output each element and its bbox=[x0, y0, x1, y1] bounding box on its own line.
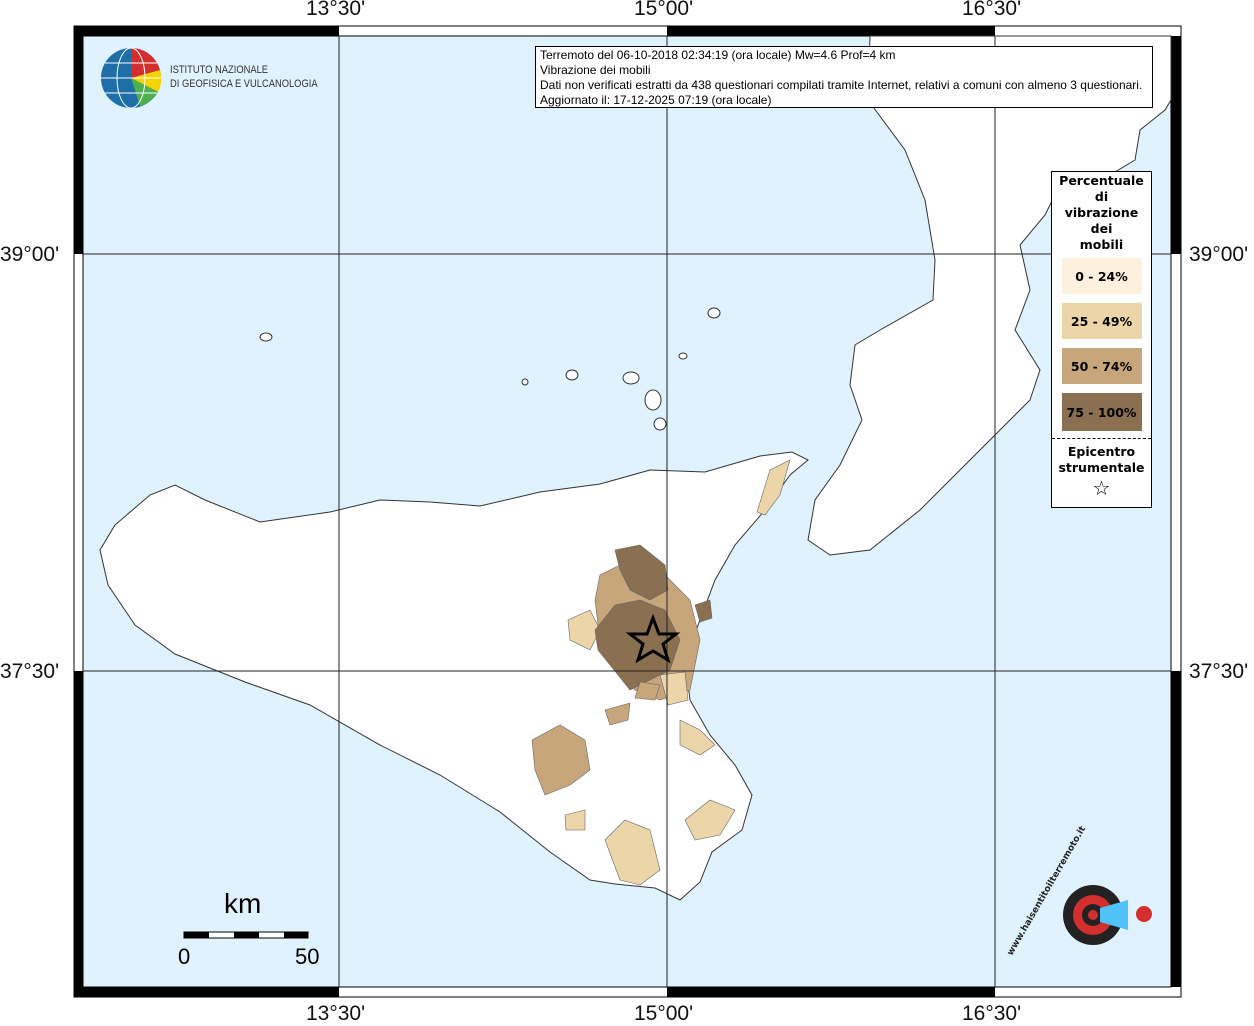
map-canvas bbox=[73, 25, 1182, 998]
legend-class-75-100: 75 - 100% bbox=[1061, 393, 1142, 431]
event-info-box: Terremoto del 06-10-2018 02:34:19 (ora l… bbox=[535, 46, 1153, 108]
legend-star-icon: ☆ bbox=[1092, 476, 1111, 500]
legend-epicenter-line: strumentale bbox=[1058, 460, 1145, 475]
legend-title-line: di bbox=[1094, 189, 1109, 204]
map-subject: Vibrazione dei mobili bbox=[540, 63, 651, 77]
updated-date: Aggiornato il: 17-12-2025 07:19 (ora loc… bbox=[540, 93, 772, 107]
legend-title-line: dei bbox=[1090, 221, 1113, 236]
legend-epicenter-line: Epicentro bbox=[1067, 444, 1136, 459]
scale-unit: km bbox=[224, 888, 262, 919]
ingv-logo-icon bbox=[101, 47, 162, 109]
logo-line: DI GEOFISICA E VULCANOLOGIA bbox=[170, 78, 318, 90]
legend-title-line: Percentuale bbox=[1059, 173, 1144, 188]
legend-title-line: mobili bbox=[1079, 237, 1124, 252]
scale-max: 50 bbox=[295, 944, 320, 969]
lon-tick-bottom: 16°30' bbox=[962, 1002, 1022, 1025]
legend-title: Percentuale di vibrazione dei mobili bbox=[1052, 172, 1151, 253]
legend: Percentuale di vibrazione dei mobili 0 -… bbox=[1051, 171, 1152, 508]
legend-title-line: vibrazione bbox=[1064, 205, 1139, 220]
legend-epicenter: Epicentro strumentale ☆ bbox=[1052, 438, 1151, 500]
lon-tick-bottom: 13°30' bbox=[306, 1002, 366, 1025]
ingv-logo-text: ISTITUTO NAZIONALE DI GEOFISICA E VULCAN… bbox=[170, 63, 318, 91]
legend-class-25-49: 25 - 49% bbox=[1061, 303, 1142, 339]
legend-class-50-74: 50 - 74% bbox=[1061, 348, 1142, 384]
lat-tick-left: 39°00' bbox=[0, 243, 60, 266]
lon-tick-top: 15°00' bbox=[634, 0, 694, 20]
legend-class-0-24: 0 - 24% bbox=[1061, 258, 1142, 294]
lat-tick-right: 37°30' bbox=[1189, 660, 1249, 683]
logo-line: ISTITUTO NAZIONALE bbox=[170, 64, 269, 76]
scale-bar bbox=[183, 931, 309, 939]
lat-tick-left: 37°30' bbox=[0, 660, 60, 683]
data-note: Dati non verificati estratti da 438 ques… bbox=[540, 78, 1143, 92]
event-title: Terremoto del 06-10-2018 02:34:19 (ora l… bbox=[540, 48, 896, 62]
lon-tick-bottom: 15°00' bbox=[634, 1002, 694, 1025]
scale-min: 0 bbox=[178, 944, 191, 969]
lat-tick-right: 39°00' bbox=[1189, 243, 1249, 266]
lon-tick-top: 13°30' bbox=[306, 0, 366, 20]
lon-tick-top: 16°30' bbox=[962, 0, 1022, 20]
